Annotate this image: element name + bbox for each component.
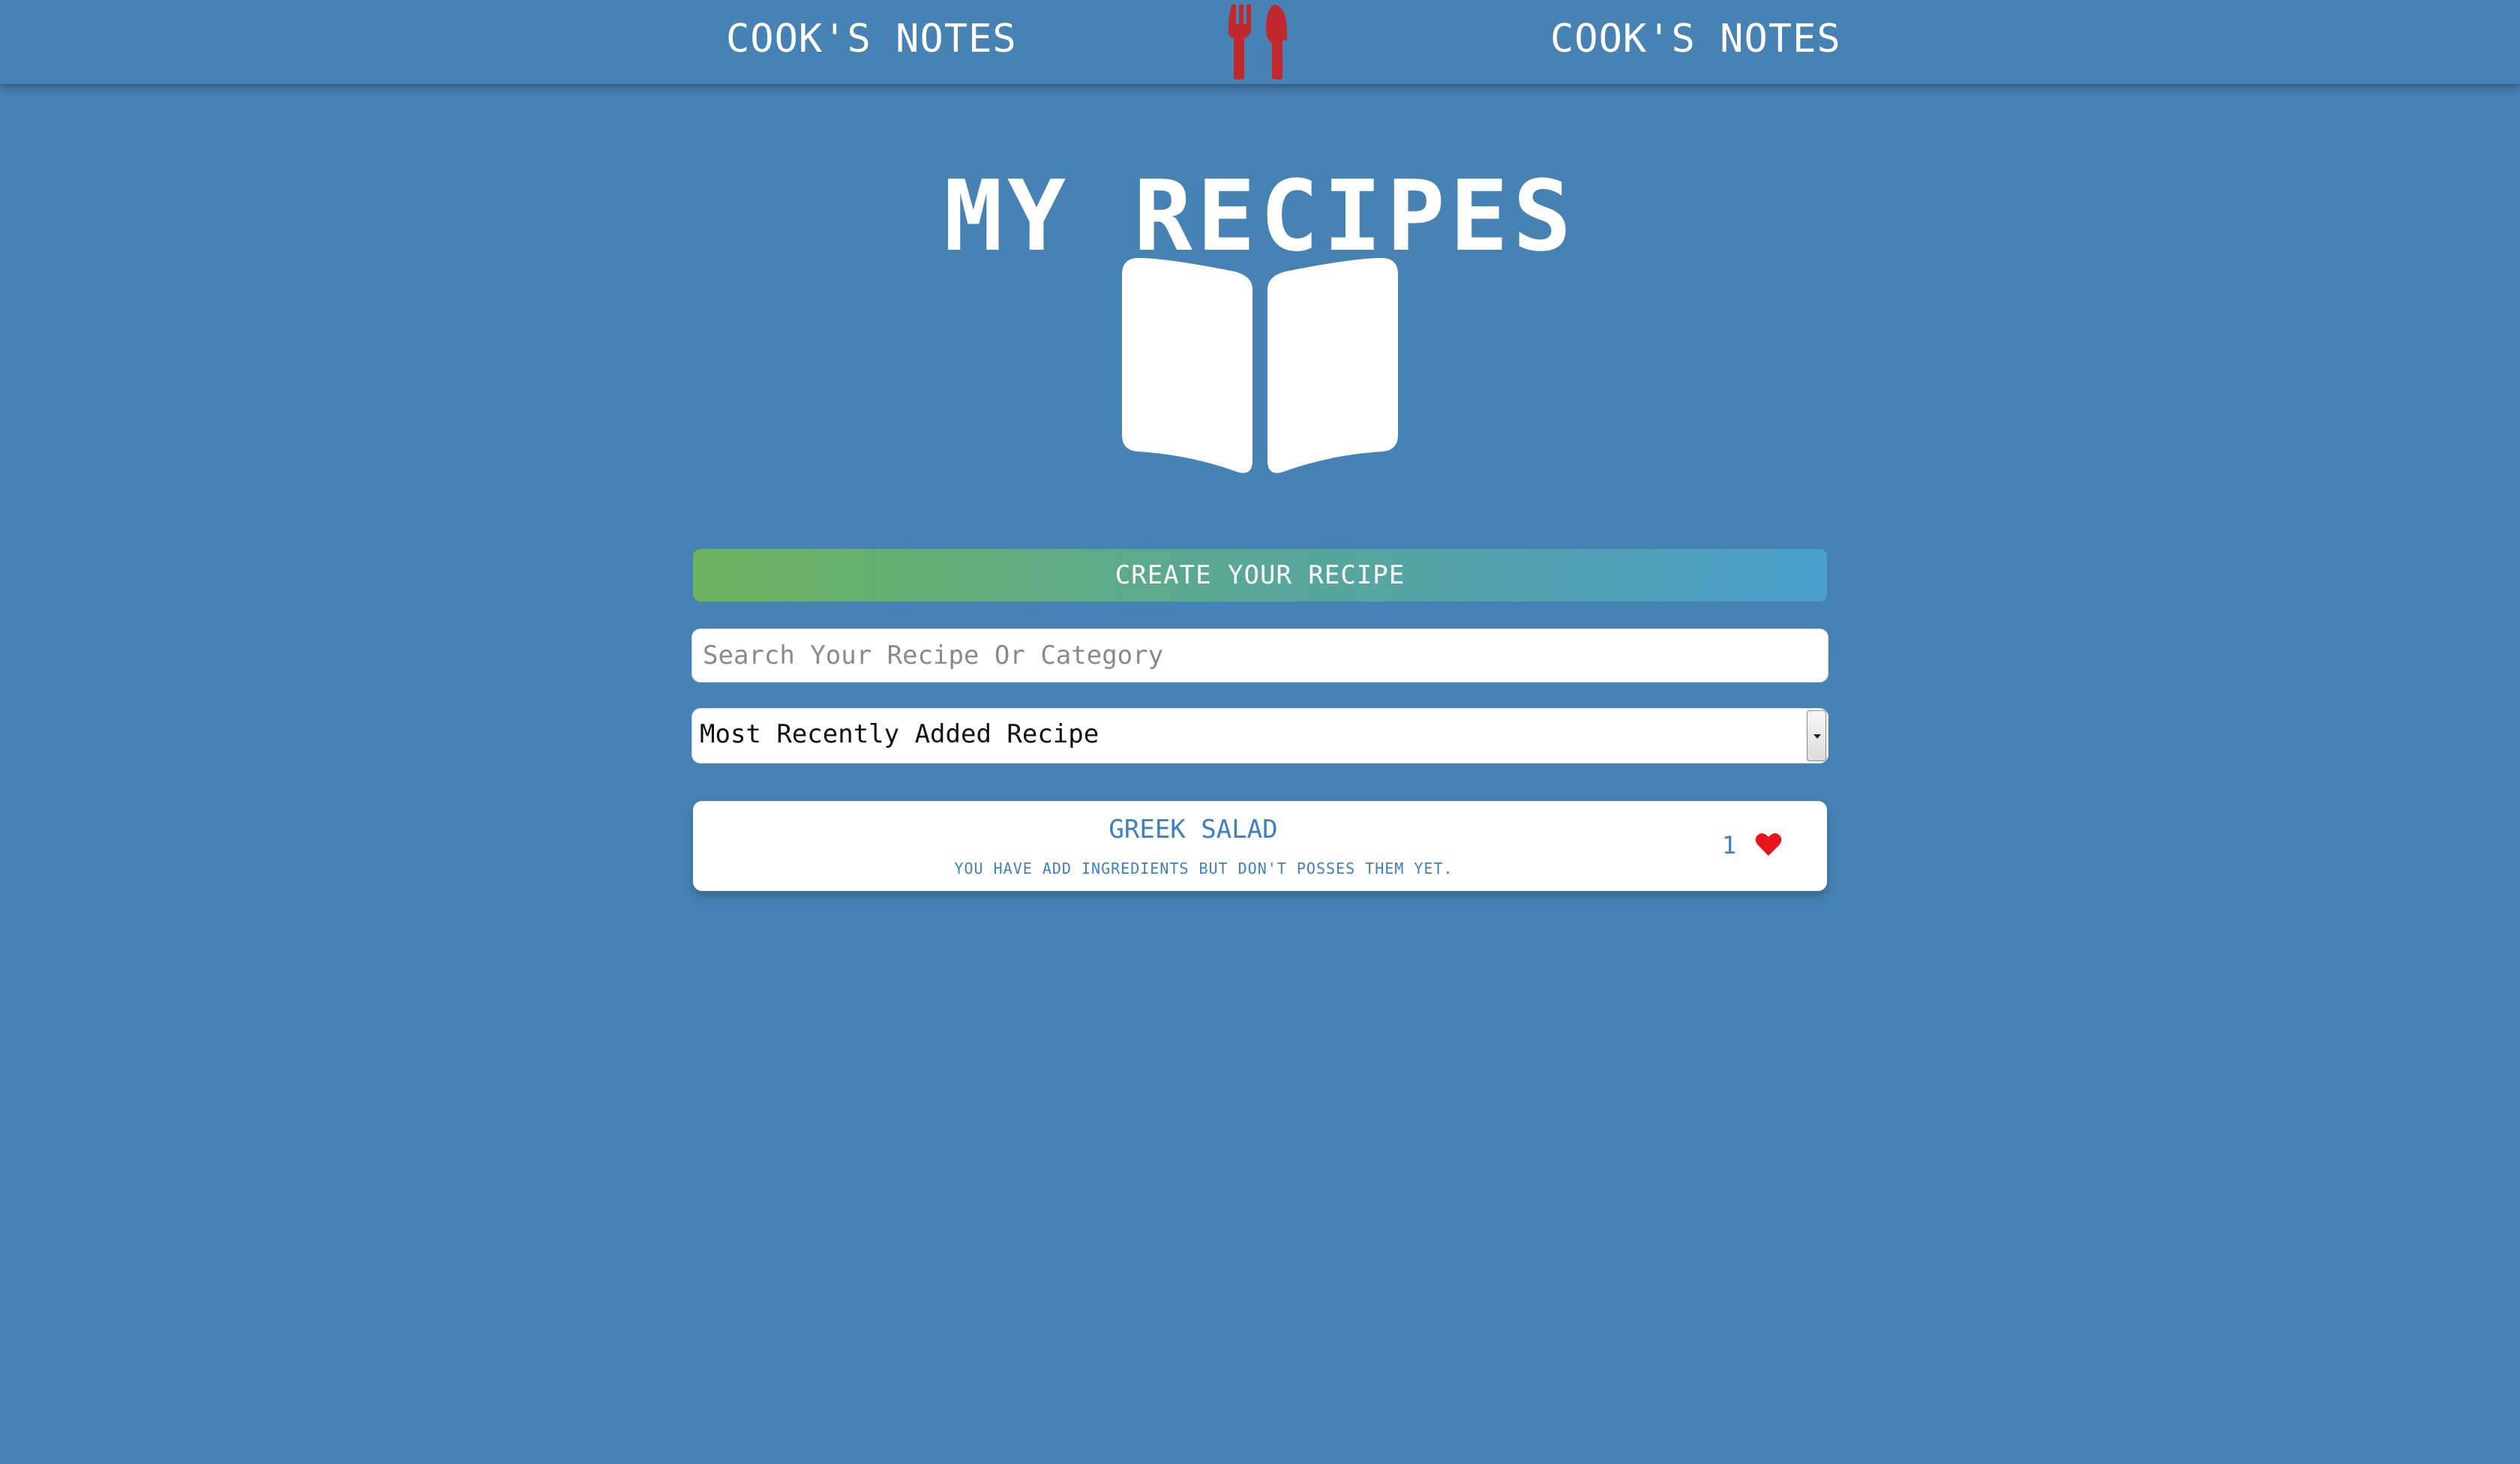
heart-icon[interactable] <box>1755 832 1782 856</box>
recipe-card[interactable]: GREEK SALAD YOU HAVE ADD INGREDIENTS BUT… <box>693 801 1827 891</box>
page-title: MY RECIPES <box>944 159 1576 274</box>
like-count: 1 <box>1722 831 1737 860</box>
open-book-icon <box>1122 258 1398 473</box>
fork-knife-icon[interactable] <box>1228 4 1292 80</box>
sort-select-value: Most Recently Added Recipe <box>700 719 1100 749</box>
sort-select[interactable]: Most Recently Added Recipe <box>692 708 1828 764</box>
top-nav-bar: COOK'S NOTES COOK'S NOTES <box>0 0 2520 84</box>
brand-link-left[interactable]: COOK'S NOTES <box>726 16 1017 62</box>
recipe-ingredients-note: YOU HAVE ADD INGREDIENTS BUT DON'T POSSE… <box>954 860 1454 878</box>
chevron-down-icon[interactable] <box>1807 710 1826 761</box>
create-recipe-button[interactable]: CREATE YOUR RECIPE <box>693 549 1827 602</box>
recipe-name: GREEK SALAD <box>1108 814 1278 844</box>
search-input[interactable] <box>692 628 1828 682</box>
brand-link-right[interactable]: COOK'S NOTES <box>1550 16 1841 62</box>
